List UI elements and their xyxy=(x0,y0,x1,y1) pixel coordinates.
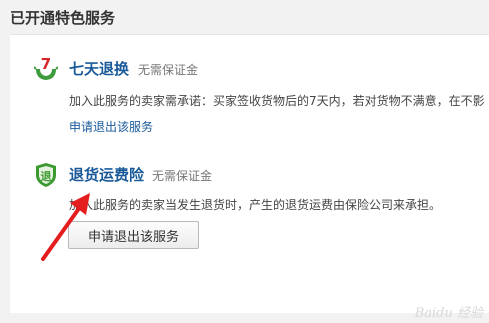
seven-day-icon-text: 7 xyxy=(41,55,51,73)
section-title: 已开通特色服务 xyxy=(10,9,116,27)
seven-day-return-icon: 7 xyxy=(34,55,58,80)
service-desc-return-shipping: 加入此服务的卖家当发生退货时，产生的退货运费由保险公司来承担。 xyxy=(69,198,442,212)
watermark: Baidu 经验 xyxy=(414,306,483,321)
service-desc-seven-day: 加入此服务的卖家需承诺：买家签收货物后的7天内，若对货物不满意，在不影 xyxy=(69,94,485,108)
service-name-seven-day: 七天退换 xyxy=(69,60,130,78)
shield-icon: 退 xyxy=(36,163,56,187)
service-note-seven-day: 无需保证金 xyxy=(138,63,199,77)
exit-service-link-seven-day[interactable]: 申请退出该服务 xyxy=(69,118,153,135)
service-note-return-shipping: 无需保证金 xyxy=(152,169,213,183)
service-name-return-shipping: 退货运费险 xyxy=(69,166,145,184)
annotation-arrow xyxy=(41,193,90,261)
shield-icon-text: 退 xyxy=(41,169,52,183)
services-panel: 7 七天退换 无需保证金 加入此服务的卖家需承诺：买家签收货物后的7天内，若对货… xyxy=(10,34,489,314)
section-header: 已开通特色服务 xyxy=(0,0,489,34)
